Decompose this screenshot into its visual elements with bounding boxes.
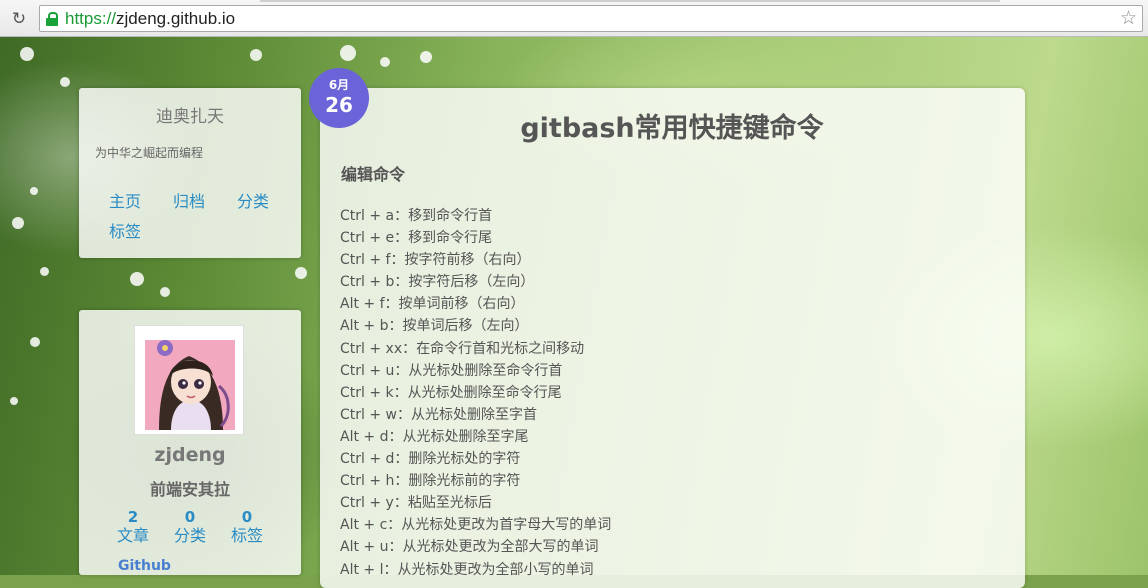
author-panel: zjdeng 前端安其拉 2 文章 0 分类 0 标签 Github xyxy=(79,310,301,575)
list-item: Alt + d：从光标处删除至字尾 xyxy=(340,428,529,445)
section-heading: 编辑命令 xyxy=(341,165,406,184)
list-item: Ctrl + u：从光标处删除至命令行首 xyxy=(340,362,563,379)
nav-home-link[interactable]: 主页 xyxy=(109,188,141,212)
star-icon[interactable]: ☆ xyxy=(1120,7,1137,29)
stat-categories-label: 分类 xyxy=(173,526,206,545)
address-bar[interactable]: https://zjdeng.github.io ☆ xyxy=(39,5,1143,32)
reload-icon[interactable]: ↻ xyxy=(8,8,30,30)
list-item: Ctrl + h：删除光标前的字符 xyxy=(340,473,521,490)
command-list: Ctrl + a：移到命令行首 Ctrl + e：移到命令行尾 Ctrl + f… xyxy=(340,205,611,581)
stat-categories[interactable]: 0 分类 xyxy=(160,508,220,546)
list-item: Alt + u：从光标处更改为全部大写的单词 xyxy=(340,539,599,556)
stat-tags-count: 0 xyxy=(241,508,253,526)
date-day: 26 xyxy=(325,93,353,117)
post-card: gitbash常用快捷键命令 编辑命令 Ctrl + a：移到命令行首 Ctrl… xyxy=(320,88,1025,588)
author-name: zjdeng xyxy=(154,444,226,466)
list-item: Ctrl + k：从光标处删除至命令行尾 xyxy=(340,384,562,401)
list-item: Alt + f：按单词前移（右向） xyxy=(340,296,525,313)
list-item: Alt + l：从光标处更改为全部小写的单词 xyxy=(340,561,594,578)
avatar xyxy=(134,325,244,435)
site-subtitle: 为中华之崛起而编程 xyxy=(95,146,204,160)
author-description: 前端安其拉 xyxy=(149,480,230,499)
date-month: 6月 xyxy=(328,78,350,92)
avatar-image xyxy=(145,340,235,430)
url-text[interactable]: https://zjdeng.github.io xyxy=(65,9,235,29)
list-item: Ctrl + b：按字符后移（左向） xyxy=(340,274,535,291)
list-item: Ctrl + xx：在命令行首和光标之间移动 xyxy=(340,340,585,357)
nav-tags-link[interactable]: 标签 xyxy=(109,218,141,242)
browser-toolbar: ↻ https://zjdeng.github.io ☆ xyxy=(0,0,1148,37)
stat-posts[interactable]: 2 文章 xyxy=(103,508,163,546)
list-item: Alt + c：从光标处更改为首字母大写的单词 xyxy=(340,517,612,534)
url-host: zjdeng.github.io xyxy=(116,9,236,28)
stat-tags-label: 标签 xyxy=(230,526,263,545)
stat-tags[interactable]: 0 标签 xyxy=(217,508,277,546)
list-item: Ctrl + a：移到命令行首 xyxy=(340,208,493,224)
github-link[interactable]: Github xyxy=(118,558,171,574)
nav-archive-link[interactable]: 归档 xyxy=(173,188,205,212)
list-item: Ctrl + y：粘贴至光标后 xyxy=(340,495,492,512)
tab-strip-edge xyxy=(260,0,1000,2)
stat-categories-count: 0 xyxy=(184,508,196,526)
stat-posts-count: 2 xyxy=(127,508,139,526)
url-scheme: https:// xyxy=(65,9,117,28)
stat-posts-label: 文章 xyxy=(116,526,149,545)
list-item: Alt + b：按单词后移（左向） xyxy=(340,318,529,335)
nav-categories-link[interactable]: 分类 xyxy=(237,188,269,212)
list-item: Ctrl + w：从光标处删除至字首 xyxy=(340,406,537,423)
date-badge: 6月 26 xyxy=(309,68,369,128)
list-item: Ctrl + f：按字符前移（右向） xyxy=(340,252,531,269)
list-item: Ctrl + e：移到命令行尾 xyxy=(340,230,493,247)
list-item: Ctrl + d：删除光标处的字符 xyxy=(340,451,521,468)
lock-icon xyxy=(46,12,58,26)
